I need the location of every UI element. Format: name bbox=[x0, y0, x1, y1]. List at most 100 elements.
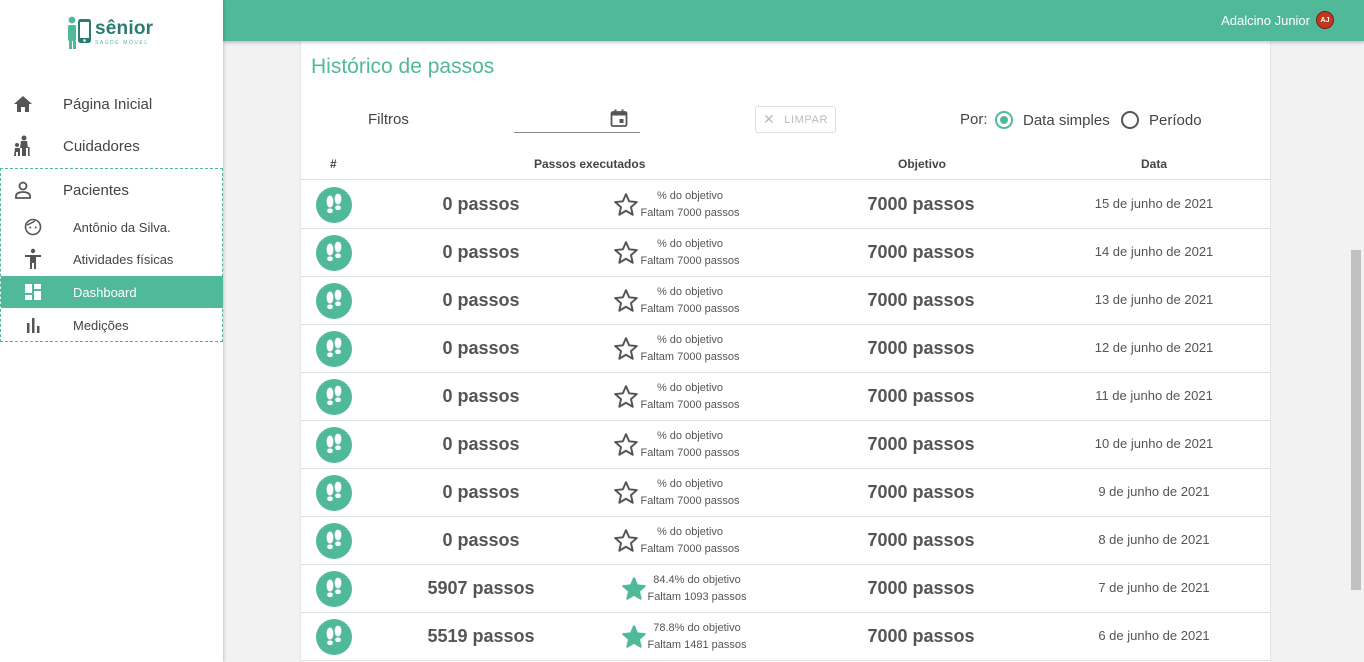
accessibility-icon bbox=[23, 248, 43, 269]
row-date: 6 de junho de 2021 bbox=[1098, 628, 1210, 643]
goal-progress-text: % do objetivo Faltam 7000 passos bbox=[610, 284, 770, 318]
sidebar-item-label: Página Inicial bbox=[63, 95, 153, 113]
goal-percentage: % do objetivo bbox=[656, 334, 724, 346]
goal-steps: 7000 passos bbox=[867, 242, 975, 262]
goal-progress-text: % do objetivo Faltam 7000 passos bbox=[610, 524, 770, 558]
radio-period[interactable]: Período bbox=[1121, 111, 1202, 129]
home-icon bbox=[13, 94, 33, 114]
scrollbar[interactable] bbox=[1351, 250, 1361, 590]
goal-progress-text: 78.8% do objetivo Faltam 1481 passos bbox=[617, 620, 777, 654]
header-steps: Passos executados bbox=[534, 157, 646, 171]
table-body: 0 passos % do objetivo Faltam 7000 passo… bbox=[301, 181, 1270, 661]
steps-executed: 0 passos bbox=[442, 482, 520, 502]
sidebar-subitem-activities[interactable]: Atividades físicas bbox=[1, 243, 223, 275]
steps-remaining: Faltam 7000 passos bbox=[640, 351, 740, 363]
brand-tagline: SAÚDE MÓVEL bbox=[95, 40, 149, 46]
page-title: Histórico de passos bbox=[311, 55, 495, 78]
footsteps-icon bbox=[316, 427, 352, 463]
mode-label: Por: bbox=[960, 111, 988, 128]
table-row: 0 passos % do objetivo Faltam 7000 passo… bbox=[301, 277, 1270, 325]
sidebar-item-label: Pacientes bbox=[63, 181, 129, 199]
steps-remaining: Faltam 7000 passos bbox=[640, 207, 740, 219]
close-icon: ✕ bbox=[762, 111, 776, 127]
row-date: 12 de junho de 2021 bbox=[1094, 340, 1214, 355]
steps-remaining: Faltam 1093 passos bbox=[647, 591, 747, 603]
steps-executed: 0 passos bbox=[442, 290, 520, 310]
goal-steps: 7000 passos bbox=[867, 434, 975, 454]
row-date: 8 de junho de 2021 bbox=[1098, 532, 1210, 547]
steps-remaining: Faltam 7000 passos bbox=[640, 447, 740, 459]
sidebar-item-patients[interactable]: Pacientes bbox=[0, 179, 223, 201]
sidebar-item-caregivers[interactable]: Cuidadores bbox=[0, 135, 223, 157]
goal-steps: 7000 passos bbox=[867, 578, 975, 598]
radio-label: Data simples bbox=[1023, 111, 1110, 129]
footsteps-icon bbox=[316, 523, 352, 559]
steps-executed: 0 passos bbox=[442, 242, 520, 262]
steps-executed: 0 passos bbox=[442, 434, 520, 454]
sidebar-subitem-measurements[interactable]: Medições bbox=[1, 309, 223, 341]
brand-logo[interactable]: sênior SAÚDE MÓVEL bbox=[66, 16, 162, 56]
header-index: # bbox=[330, 157, 337, 171]
user-menu[interactable]: Adalcino Junior AJ bbox=[1221, 11, 1334, 29]
filters-label: Filtros bbox=[368, 111, 409, 128]
steps-remaining: Faltam 7000 passos bbox=[640, 255, 740, 267]
sidebar-item-label: Cuidadores bbox=[63, 137, 140, 155]
brand-name: sênior bbox=[95, 18, 154, 39]
goal-progress-text: 84.4% do objetivo Faltam 1093 passos bbox=[617, 572, 777, 606]
footsteps-icon bbox=[316, 331, 352, 367]
avatar[interactable]: AJ bbox=[1316, 11, 1334, 29]
sidebar-item-home[interactable]: Página Inicial bbox=[0, 93, 223, 115]
table-row: 0 passos % do objetivo Faltam 7000 passo… bbox=[301, 373, 1270, 421]
row-date: 10 de junho de 2021 bbox=[1094, 436, 1214, 451]
goal-percentage: % do objetivo bbox=[656, 286, 724, 298]
row-date: 14 de junho de 2021 bbox=[1094, 244, 1214, 259]
goal-steps: 7000 passos bbox=[867, 626, 975, 646]
row-date: 11 de junho de 2021 bbox=[1095, 388, 1213, 403]
footsteps-icon bbox=[316, 187, 352, 223]
steps-remaining: Faltam 7000 passos bbox=[640, 399, 740, 411]
header-goal: Objetivo bbox=[898, 157, 947, 171]
goal-percentage: % do objetivo bbox=[656, 190, 724, 202]
sidebar-subitem-label: Medições bbox=[73, 317, 129, 333]
row-date: 13 de junho de 2021 bbox=[1094, 292, 1214, 307]
table-row: 5907 passos 84.4% do objetivo Faltam 109… bbox=[301, 565, 1270, 613]
goal-steps: 7000 passos bbox=[867, 386, 975, 406]
clear-filters-button[interactable]: ✕ LIMPAR bbox=[755, 106, 836, 133]
goal-percentage: % do objetivo bbox=[656, 238, 724, 250]
caregiver-icon bbox=[13, 135, 33, 156]
table-header: # Passos executados Objetivo Data bbox=[301, 149, 1270, 180]
radio-checked-icon bbox=[995, 111, 1013, 129]
calendar-icon[interactable] bbox=[610, 109, 628, 132]
goal-percentage: % do objetivo bbox=[656, 526, 724, 538]
sidebar-subitem-dashboard[interactable]: Dashboard bbox=[1, 276, 223, 308]
goal-percentage: 78.8% do objetivo bbox=[653, 622, 741, 634]
goal-progress-text: % do objetivo Faltam 7000 passos bbox=[610, 380, 770, 414]
footsteps-icon bbox=[316, 283, 352, 319]
person-icon bbox=[13, 180, 33, 200]
radio-unchecked-icon bbox=[1121, 111, 1139, 129]
date-filter-input[interactable] bbox=[514, 103, 640, 133]
header-date: Data bbox=[1141, 157, 1168, 171]
table-row: 0 passos % do objetivo Faltam 7000 passo… bbox=[301, 229, 1270, 277]
bar-chart-icon bbox=[23, 315, 43, 335]
sidebar-subitem-patient[interactable]: Antônio da Silva. bbox=[1, 211, 223, 243]
radio-simple-date[interactable]: Data simples bbox=[995, 111, 1110, 129]
row-date: 7 de junho de 2021 bbox=[1098, 580, 1210, 595]
goal-steps: 7000 passos bbox=[867, 290, 975, 310]
dashboard-icon bbox=[23, 282, 43, 302]
footsteps-icon bbox=[316, 475, 352, 511]
footsteps-icon bbox=[316, 379, 352, 415]
table-row: 0 passos % do objetivo Faltam 7000 passo… bbox=[301, 421, 1270, 469]
steps-executed: 0 passos bbox=[442, 194, 520, 214]
goal-steps: 7000 passos bbox=[867, 482, 975, 502]
goal-percentage: 84.4% do objetivo bbox=[653, 574, 741, 586]
user-name: Adalcino Junior bbox=[1221, 12, 1310, 28]
sidebar-subitem-label: Dashboard bbox=[73, 284, 137, 300]
steps-executed: 0 passos bbox=[442, 530, 520, 550]
steps-executed: 0 passos bbox=[442, 386, 520, 406]
sidebar-subitem-label: Antônio da Silva. bbox=[73, 219, 171, 235]
table-row: 0 passos % do objetivo Faltam 7000 passo… bbox=[301, 181, 1270, 229]
goal-steps: 7000 passos bbox=[867, 530, 975, 550]
footsteps-icon bbox=[316, 571, 352, 607]
footsteps-icon bbox=[316, 619, 352, 655]
